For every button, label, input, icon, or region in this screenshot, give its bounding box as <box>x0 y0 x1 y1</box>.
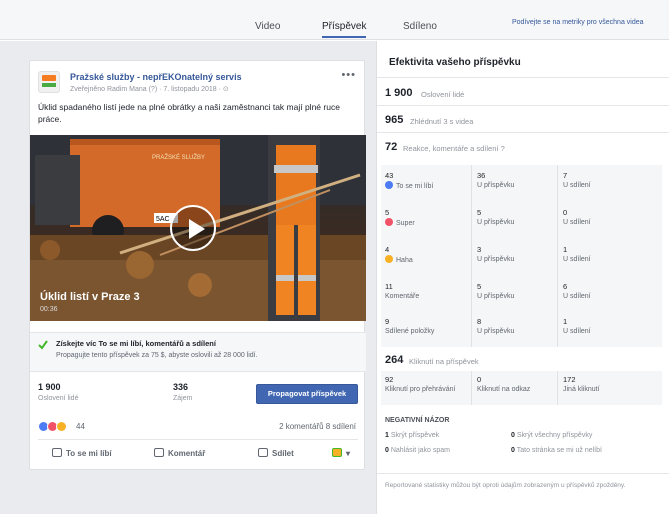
hide-post-stat: 1 Skrýt příspěvek <box>385 432 440 439</box>
engagement-value: 336 <box>173 382 189 392</box>
clicks-label: Kliknutí na příspěvek <box>409 357 479 366</box>
like-stat: 43 To se mi líbí <box>385 171 434 190</box>
reactions-label: Reakce, komentáře a sdílení ? <box>403 144 505 153</box>
haha-on-share-stat: 1U sdílení <box>563 245 591 263</box>
play-clicks-stat: 92 Kliknutí pro přehrávání <box>385 375 456 393</box>
haha-stat: 4 Haha <box>385 245 413 264</box>
audience-selector[interactable]: ▾ <box>332 448 350 458</box>
love-on-share-stat: 0U sdílení <box>563 208 591 226</box>
comments-shares-count[interactable]: 2 komentářů 8 sdílení <box>279 422 356 431</box>
more-options-icon[interactable]: ••• <box>341 69 356 81</box>
haha-on-post-stat: 3U příspěvku <box>477 245 515 263</box>
tab-shared[interactable]: Sdíleno <box>403 21 437 32</box>
boost-subtitle: Propagujte tento příspěvek za 75 $, abys… <box>56 352 258 359</box>
license-plate: 5AC <box>156 216 170 223</box>
comments-on-post-stat: 5U příspěvku <box>477 282 515 300</box>
truck-text: PRAŽSKÉ SLUŽBY <box>152 153 205 161</box>
report-spam-stat: 0 Nahlásit jako spam <box>385 447 450 454</box>
page-avatar[interactable] <box>38 71 60 93</box>
like-on-post-stat: 36 U příspěvku <box>477 171 515 189</box>
views-label: Zhlédnutí 3 s videa <box>410 117 474 126</box>
love-on-post-stat: 5U příspěvku <box>477 208 515 226</box>
reactions-breakdown: 43 To se mi líbí 36 U příspěvku 7U sdílení… <box>381 165 662 347</box>
post-text: Úklid spadaného listí jede na plné obrát… <box>38 102 340 124</box>
video-title: Úklid listí v Praze 3 <box>40 291 140 303</box>
info-icon[interactable]: ? <box>501 144 505 153</box>
video-duration: 00:36 <box>40 306 58 313</box>
like-icon <box>385 181 393 189</box>
all-videos-metrics-link[interactable]: Podívejte se na metriky pro všechna vide… <box>512 19 644 26</box>
reaction-count: 44 <box>76 422 85 431</box>
comments-on-share-stat: 6U sdílení <box>563 282 591 300</box>
boost-title: Získejte víc To se mi líbí, komentářů a … <box>56 339 216 348</box>
post-meta: Zveřejněno Radim Mana (?) · 7. listopadu… <box>70 86 229 93</box>
reactions-value: 72 <box>385 141 398 153</box>
shares-on-share-stat: 1U sdílení <box>563 317 591 335</box>
promote-post-button[interactable]: Propagovat příspěvek <box>256 384 358 404</box>
performance-panel: Efektivita vašeho příspěvku 1 900 Oslove… <box>376 41 669 514</box>
share-button[interactable]: Sdílet <box>258 448 294 458</box>
flag-icon <box>332 448 342 457</box>
clicks-value: 264 <box>385 354 404 366</box>
post-actions: To se mi líbí Komentář Sdílet ▾ <box>38 439 358 465</box>
check-icon <box>38 340 48 350</box>
reach-label: Oslovení lidé <box>38 395 79 402</box>
play-button[interactable] <box>170 205 216 251</box>
reached-value: 1 900 <box>385 87 413 99</box>
post-card: Pražské služby - nepřEKOnatelný servis Z… <box>29 60 366 470</box>
reach-value: 1 900 <box>38 382 61 392</box>
haha-reaction-icon <box>56 421 67 432</box>
boost-suggestion: Získejte víc To se mi líbí, komentářů a … <box>30 332 366 372</box>
reached-label: Oslovení lidé <box>421 90 465 99</box>
comments-stat: 11 Komentáře <box>385 282 420 300</box>
thumbs-up-icon <box>52 448 62 457</box>
like-button[interactable]: To se mi líbí <box>52 448 112 458</box>
clicks-breakdown: 92 Kliknutí pro přehrávání 0 Kliknutí na o… <box>381 371 662 405</box>
share-icon <box>258 448 268 457</box>
views-value: 965 <box>385 114 404 126</box>
video-player[interactable]: PRAŽSKÉ SLUŽBY 5AC Úklid listí v Praze 3… <box>30 135 366 321</box>
top-tab-bar: Video Příspěvek Sdíleno Podívejte se na … <box>0 0 669 40</box>
other-clicks-stat: 172 Jiná kliknutí <box>563 375 600 393</box>
haha-icon <box>385 255 393 263</box>
hide-all-posts-stat: 0 Skrýt všechny příspěvky <box>511 432 593 439</box>
unlike-page-stat: 0 Tato stránka se mi už nelíbí <box>511 447 602 454</box>
link-clicks-stat: 0 Kliknutí na odkaz <box>477 375 531 393</box>
page-name-link[interactable]: Pražské služby - nepřEKOnatelný servis <box>70 72 242 82</box>
love-stat: 5 Super <box>385 208 415 227</box>
panel-title: Efektivita vašeho příspěvku <box>389 57 521 68</box>
shares-on-post-stat: 8U příspěvku <box>477 317 515 335</box>
comment-button[interactable]: Komentář <box>154 448 205 458</box>
tab-post[interactable]: Příspěvek <box>322 21 367 38</box>
negative-feedback-title: NEGATIVNÍ NÁZOR <box>385 417 450 424</box>
tab-video[interactable]: Video <box>255 21 280 32</box>
globe-icon: ⊙ <box>222 86 229 93</box>
comment-icon <box>154 448 164 457</box>
engagement-label: Zájem <box>173 395 193 402</box>
delay-footnote: Reportované statistiky můžou být oproti … <box>385 482 626 489</box>
love-icon <box>385 218 393 226</box>
shares-stat: 9 Sdílené položky <box>385 317 435 335</box>
like-on-share-stat: 7U sdílení <box>563 171 591 189</box>
